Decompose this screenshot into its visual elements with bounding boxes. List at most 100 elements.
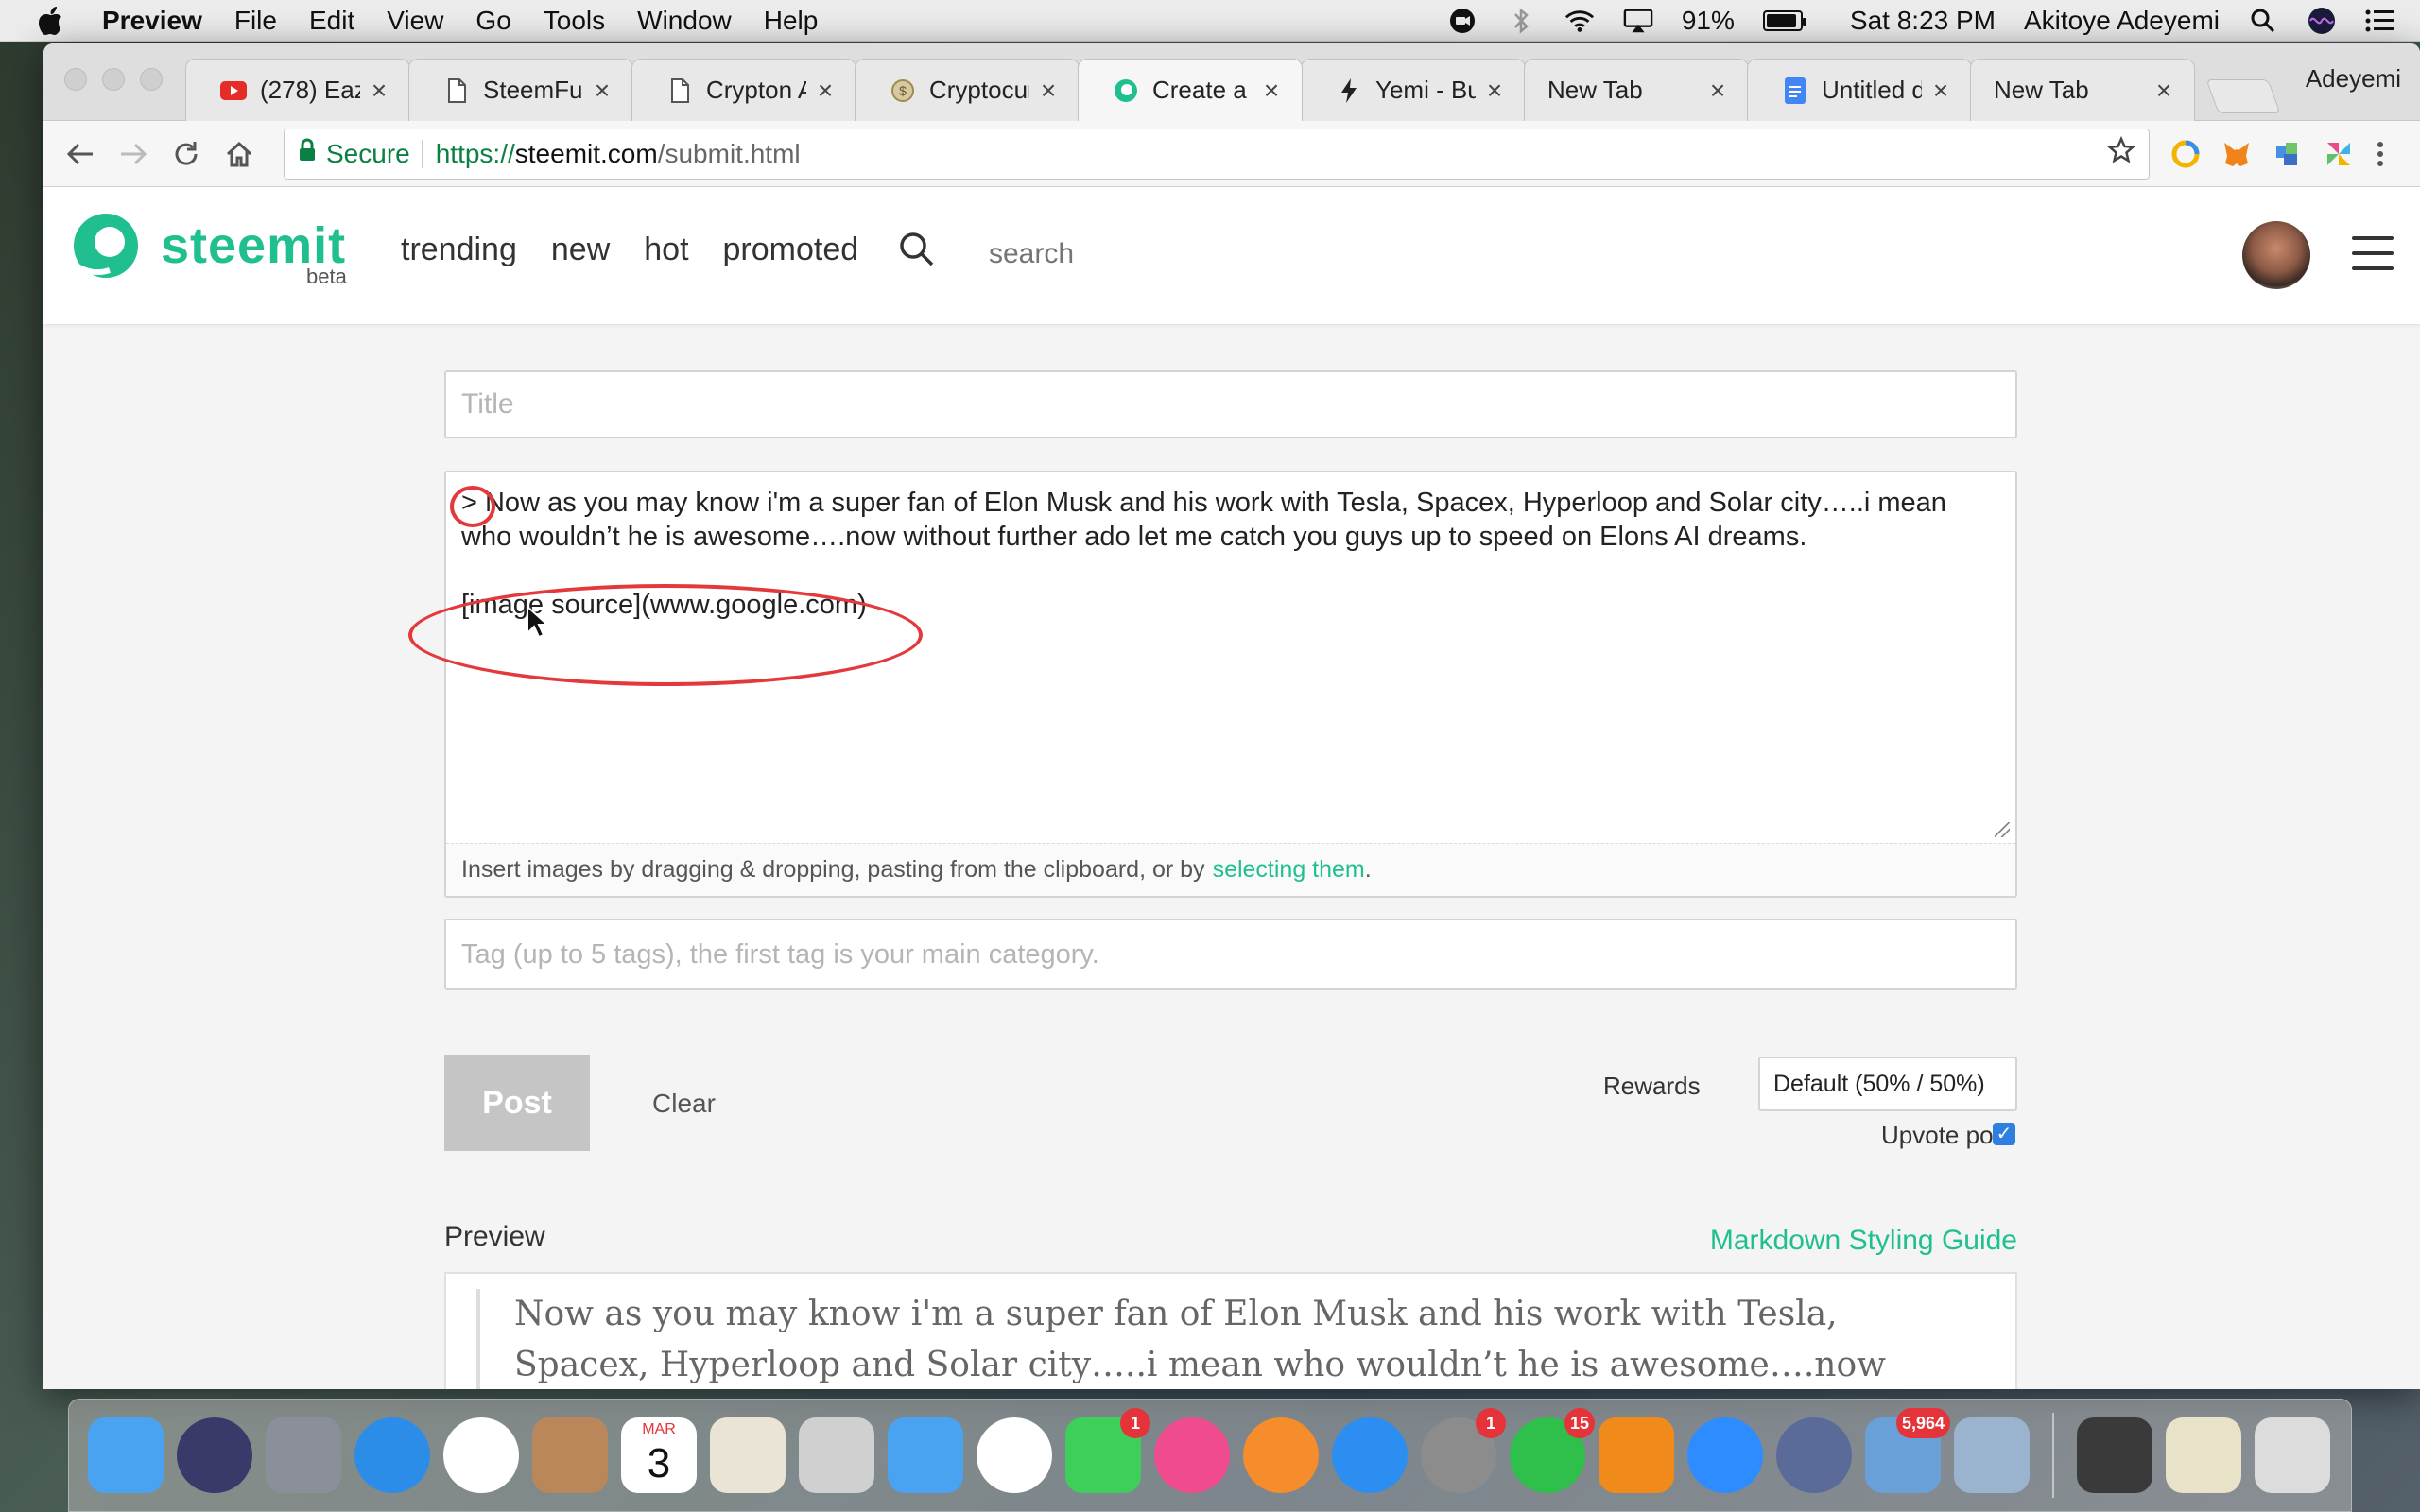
nav-trending[interactable]: trending — [401, 232, 517, 268]
avatar[interactable] — [2242, 221, 2310, 289]
mail-icon[interactable]: 5,964 — [1865, 1408, 1950, 1493]
nav-hot[interactable]: hot — [644, 232, 688, 268]
new-tab-button[interactable] — [2205, 79, 2281, 113]
tags-input[interactable] — [444, 919, 2017, 990]
browser-tab[interactable]: $ Cryptocurre × — [855, 59, 1080, 121]
browser-tab[interactable]: Untitled do × — [1747, 59, 1972, 121]
browser-tab[interactable]: New Tab × — [1524, 59, 1749, 121]
photos-icon[interactable] — [977, 1418, 1052, 1493]
calculator-icon[interactable] — [799, 1418, 874, 1493]
reload-icon[interactable] — [164, 132, 208, 176]
body-editor[interactable]: > Now as you may know i'm a super fan of… — [408, 471, 2017, 898]
address-bar[interactable]: Secure https://steemit.com/submit.html — [284, 128, 2150, 180]
safari-icon[interactable] — [354, 1418, 430, 1493]
markdown-guide-link[interactable]: Markdown Styling Guide — [1710, 1225, 2017, 1257]
messages-icon[interactable] — [888, 1418, 963, 1493]
nav-new[interactable]: new — [551, 232, 610, 268]
rewards-select[interactable]: Default (50% / 50%) — [1758, 1057, 2017, 1111]
photo-booth-icon[interactable] — [2077, 1418, 2152, 1493]
close-tab-icon[interactable]: × — [1260, 76, 1283, 106]
siri-icon[interactable] — [2307, 6, 2337, 36]
app-name-menu[interactable]: Preview — [102, 6, 202, 36]
appstore-icon[interactable] — [1332, 1418, 1408, 1493]
bluetooth-icon[interactable] — [1506, 6, 1536, 36]
spotlight-search-icon[interactable] — [2248, 6, 2278, 36]
zoom-icon[interactable] — [1687, 1418, 1763, 1493]
close-tab-icon[interactable]: × — [1037, 76, 1060, 106]
nav-promoted[interactable]: promoted — [723, 232, 859, 268]
post-button[interactable]: Post — [444, 1055, 590, 1151]
menu-go[interactable]: Go — [475, 6, 510, 36]
browser-tab-active[interactable]: Create a po × — [1078, 59, 1303, 121]
wifi-icon[interactable] — [1564, 6, 1595, 36]
trash-icon[interactable] — [2255, 1418, 2330, 1493]
itunes-icon[interactable] — [1154, 1418, 1230, 1493]
close-tab-icon[interactable]: × — [368, 76, 390, 106]
chrome-menu-icon[interactable] — [2375, 139, 2405, 169]
clear-button[interactable]: Clear — [652, 1089, 716, 1119]
camera-record-icon[interactable] — [1447, 6, 1478, 36]
close-tab-icon[interactable]: × — [1706, 76, 1729, 106]
close-tab-icon[interactable]: × — [591, 76, 614, 106]
browser-tab[interactable]: (278) Eazzy × — [185, 59, 410, 121]
airplay-icon[interactable] — [1623, 6, 1653, 36]
forward-arrow-icon[interactable] — [112, 132, 155, 176]
close-tab-icon[interactable]: × — [1483, 76, 1506, 106]
lock-icon[interactable] — [298, 138, 317, 169]
vlc-icon[interactable] — [1599, 1418, 1674, 1493]
contacts-icon[interactable] — [532, 1418, 608, 1493]
upvote-checkbox[interactable]: ✓ — [1993, 1123, 2015, 1145]
system-preferences-icon[interactable]: 1 — [1421, 1408, 1506, 1493]
bookmark-star-icon[interactable] — [2106, 135, 2136, 171]
menu-edit[interactable]: Edit — [309, 6, 354, 36]
launchpad-icon[interactable] — [266, 1418, 341, 1493]
finder-icon[interactable] — [88, 1418, 164, 1493]
chrome-icon[interactable] — [443, 1418, 519, 1493]
image-capture-icon[interactable] — [1954, 1418, 2030, 1493]
steemit-logo[interactable]: steemit — [70, 210, 346, 282]
menu-file[interactable]: File — [234, 6, 277, 36]
browser-tab[interactable]: Yemi - Busy × — [1301, 59, 1526, 121]
preview-icon[interactable] — [710, 1418, 786, 1493]
menu-view[interactable]: View — [387, 6, 443, 36]
close-tab-icon[interactable]: × — [2152, 76, 2175, 106]
menubar-clock[interactable]: Sat 8:23 PM — [1850, 6, 1996, 36]
battery-icon[interactable] — [1762, 9, 1806, 31]
zoom-window-button[interactable] — [140, 68, 163, 91]
calendar-icon[interactable]: MAR 3 — [621, 1418, 697, 1493]
menu-tools[interactable]: Tools — [544, 6, 605, 36]
ibooks-icon[interactable] — [1243, 1418, 1319, 1493]
hamburger-menu-icon[interactable] — [2352, 236, 2394, 270]
browser-tab[interactable]: SteemFuse × — [408, 59, 633, 121]
resize-handle[interactable] — [1995, 822, 2010, 837]
back-arrow-icon[interactable] — [59, 132, 102, 176]
menu-help[interactable]: Help — [764, 6, 819, 36]
extension-ring-icon[interactable] — [2170, 139, 2201, 169]
siri-icon[interactable] — [177, 1418, 252, 1493]
close-tab-icon[interactable]: × — [814, 76, 837, 106]
minimize-window-button[interactable] — [102, 68, 125, 91]
close-tab-icon[interactable]: × — [1929, 76, 1952, 106]
whatsapp-icon[interactable]: 15 — [1510, 1408, 1595, 1493]
browser-profile-name[interactable]: Adeyemi — [2306, 64, 2401, 94]
steam-icon[interactable] — [1776, 1418, 1852, 1493]
select-images-link[interactable]: selecting them — [1213, 856, 1365, 884]
title-input[interactable] — [444, 370, 2017, 438]
close-window-button[interactable] — [64, 68, 87, 91]
image-dropzone[interactable]: Insert images by dragging & dropping, pa… — [446, 843, 2015, 896]
search-input[interactable] — [989, 238, 1272, 270]
documents-stack-icon[interactable] — [2166, 1418, 2241, 1493]
browser-window: (278) Eazzy × SteemFuse × Crypton Afr × … — [43, 43, 2420, 1389]
menubar-user[interactable]: Akitoye Adeyemi — [2024, 6, 2220, 36]
search-icon[interactable] — [898, 231, 936, 268]
facetime-icon[interactable]: 1 — [1065, 1408, 1150, 1493]
menu-window[interactable]: Window — [637, 6, 732, 36]
extension-cube-icon[interactable] — [2273, 139, 2303, 169]
notification-center-icon[interactable] — [2365, 6, 2395, 36]
browser-tab[interactable]: New Tab × — [1970, 59, 2195, 121]
extension-pinwheel-icon[interactable] — [2324, 139, 2354, 169]
metamask-fox-icon[interactable] — [2221, 139, 2252, 169]
apple-menu-icon[interactable] — [34, 4, 68, 38]
browser-tab[interactable]: Crypton Afr × — [631, 59, 856, 121]
home-icon[interactable] — [217, 132, 261, 176]
